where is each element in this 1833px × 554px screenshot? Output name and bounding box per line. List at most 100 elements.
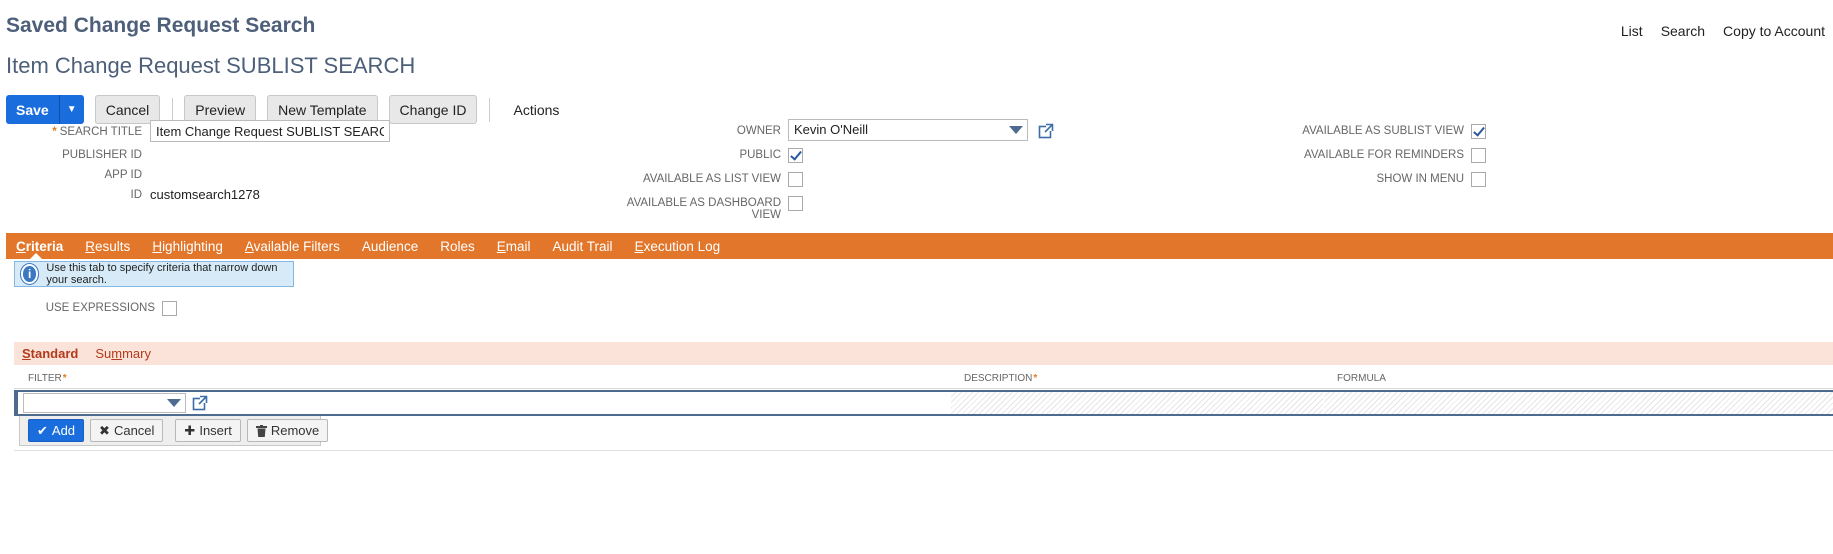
use-expressions-checkbox[interactable] bbox=[162, 301, 177, 316]
add-button[interactable]: ✔ Add bbox=[28, 419, 85, 442]
criteria-edit-row bbox=[14, 390, 1833, 416]
open-in-new-icon[interactable] bbox=[192, 395, 208, 411]
owner-select[interactable]: Kevin O'Neill bbox=[788, 119, 1028, 141]
toolbar-divider bbox=[172, 97, 174, 122]
use-expressions-label: USE EXPRESSIONS bbox=[45, 302, 155, 314]
info-text: Use this tab to specify criteria that na… bbox=[46, 262, 278, 286]
search-title-input[interactable] bbox=[150, 120, 390, 142]
search-link[interactable]: Search bbox=[1661, 23, 1705, 39]
criteria-grid-header: FILTER* DESCRIPTION* FORMULA bbox=[14, 366, 1833, 389]
tab-audience-prefix: Au bbox=[361, 238, 379, 254]
tab-email[interactable]: Email bbox=[497, 239, 531, 254]
save-dropdown-button[interactable]: ▼ bbox=[59, 95, 84, 124]
criteria-subtabs: Standard Summary bbox=[14, 342, 1833, 365]
list-link[interactable]: List bbox=[1621, 23, 1643, 39]
tab-email-label: mail bbox=[505, 238, 531, 254]
row-action-buttons: ✔ Add ✖ Cancel ✚ Insert Remove bbox=[19, 416, 329, 446]
tab-audit-trail-label: dit Trail bbox=[569, 238, 613, 254]
tab-available-filters[interactable]: Available Filters bbox=[245, 239, 340, 254]
trash-icon bbox=[255, 424, 267, 437]
tab-highlighting[interactable]: Highlighting bbox=[152, 239, 223, 254]
main-tabbar: Criteria Results Highlighting Available … bbox=[6, 233, 1833, 259]
app-id-label: APP ID bbox=[104, 169, 143, 181]
row-cancel-label: Cancel bbox=[113, 423, 155, 438]
tab-audit-trail[interactable]: Audit Trail bbox=[553, 239, 613, 254]
page-title: Saved Change Request Search bbox=[6, 14, 316, 37]
show-in-menu-label: SHOW IN MENU bbox=[1376, 173, 1464, 185]
filter-select[interactable] bbox=[23, 393, 186, 413]
public-checkbox[interactable] bbox=[788, 148, 803, 163]
save-button[interactable]: Save bbox=[6, 95, 60, 124]
subtab-standard[interactable]: Standard bbox=[22, 346, 78, 361]
subtab-standard-accesskey: S bbox=[22, 346, 31, 361]
grid-bottom-divider bbox=[14, 450, 1833, 451]
id-label: ID bbox=[130, 189, 143, 201]
tab-audit-trail-prefix: Au bbox=[552, 238, 570, 254]
dashboard-label-line1: AVAILABLE AS DASHBOARD bbox=[626, 197, 781, 209]
tab-criteria-label: riteria bbox=[25, 238, 64, 254]
tab-audience-label: dience bbox=[378, 238, 419, 254]
search-title-label-text: SEARCH TITLE bbox=[59, 126, 142, 138]
tab-audience[interactable]: Audience bbox=[362, 239, 418, 254]
add-button-label: Add bbox=[51, 423, 76, 438]
description-column-header: DESCRIPTION* bbox=[964, 373, 1038, 384]
publisher-id-label: PUBLISHER ID bbox=[62, 149, 142, 161]
dashboard-label-line2: VIEW bbox=[751, 209, 781, 221]
tab-criteria[interactable]: Criteria bbox=[16, 239, 63, 254]
subtab-summary[interactable]: Summary bbox=[95, 346, 151, 361]
tab-roles-prefix: Ro bbox=[440, 238, 458, 254]
actions-menu[interactable]: Actions bbox=[513, 102, 559, 118]
plus-icon: ✚ bbox=[184, 422, 196, 438]
remove-button-label: Remove bbox=[270, 423, 320, 438]
subtab-standard-label: tandard bbox=[30, 346, 79, 361]
tab-roles-label: les bbox=[457, 238, 475, 254]
chevron-down-icon: ▼ bbox=[66, 104, 77, 115]
open-in-new-icon[interactable] bbox=[1038, 123, 1054, 139]
top-links: List Search Copy to Account bbox=[1621, 23, 1825, 39]
tab-highlighting-label: ighlighting bbox=[162, 238, 223, 254]
available-reminders-label: AVAILABLE FOR REMINDERS bbox=[1304, 149, 1464, 161]
insert-button-label: Insert bbox=[199, 423, 232, 438]
tab-email-accesskey: E bbox=[496, 238, 506, 254]
tab-results[interactable]: Results bbox=[85, 239, 130, 254]
filter-column-header: FILTER* bbox=[28, 373, 67, 384]
available-sublist-view-checkbox[interactable] bbox=[1471, 124, 1486, 139]
active-tab-pointer bbox=[30, 253, 42, 259]
tab-results-accesskey: R bbox=[85, 238, 96, 254]
chevron-down-icon bbox=[167, 399, 181, 407]
tab-available-filters-label: vailable Filters bbox=[253, 238, 340, 254]
insert-button[interactable]: ✚ Insert bbox=[175, 419, 241, 442]
owner-label: OWNER bbox=[736, 125, 781, 137]
toolbar-divider bbox=[489, 97, 491, 122]
available-reminders-checkbox[interactable] bbox=[1471, 148, 1486, 163]
tab-execution-log[interactable]: Execution Log bbox=[635, 239, 721, 254]
available-sublist-view-label: AVAILABLE AS SUBLIST VIEW bbox=[1302, 125, 1464, 137]
subtab-summary-accesskey: m bbox=[111, 346, 123, 361]
owner-value: Kevin O'Neill bbox=[794, 122, 869, 137]
record-title: Item Change Request SUBLIST SEARCH bbox=[6, 53, 416, 78]
tab-execution-log-accesskey: E bbox=[634, 238, 644, 254]
change-id-button[interactable]: Change ID bbox=[388, 95, 478, 124]
copy-to-account-link[interactable]: Copy to Account bbox=[1723, 23, 1825, 39]
available-dashboard-view-checkbox[interactable] bbox=[788, 196, 803, 211]
save-button-group: Save ▼ bbox=[6, 95, 84, 124]
chevron-down-icon bbox=[1009, 126, 1023, 134]
check-icon: ✔ bbox=[37, 422, 48, 438]
subtab-summary-prefix: Su bbox=[95, 346, 112, 361]
tab-highlighting-accesskey: H bbox=[152, 238, 163, 254]
tab-criteria-accesskey: C bbox=[16, 238, 26, 254]
available-list-view-checkbox[interactable] bbox=[788, 172, 803, 187]
formula-cell-disabled bbox=[1324, 392, 1833, 414]
tab-execution-log-label: xecution Log bbox=[643, 238, 721, 254]
tab-roles[interactable]: Roles bbox=[440, 239, 475, 254]
remove-button[interactable]: Remove bbox=[246, 419, 329, 442]
id-value: customsearch1278 bbox=[150, 187, 260, 202]
formula-column-header: FORMULA bbox=[1337, 373, 1386, 384]
search-title-label: * SEARCH TITLE bbox=[52, 126, 142, 138]
filter-column-label: FILTER bbox=[28, 373, 62, 384]
row-cancel-button[interactable]: ✖ Cancel bbox=[90, 419, 164, 442]
available-list-view-label: AVAILABLE AS LIST VIEW bbox=[642, 173, 781, 185]
available-dashboard-view-label: AVAILABLE AS DASHBOARD VIEW bbox=[600, 197, 781, 221]
show-in-menu-checkbox[interactable] bbox=[1471, 172, 1486, 187]
subtab-summary-label: mary bbox=[122, 346, 151, 361]
